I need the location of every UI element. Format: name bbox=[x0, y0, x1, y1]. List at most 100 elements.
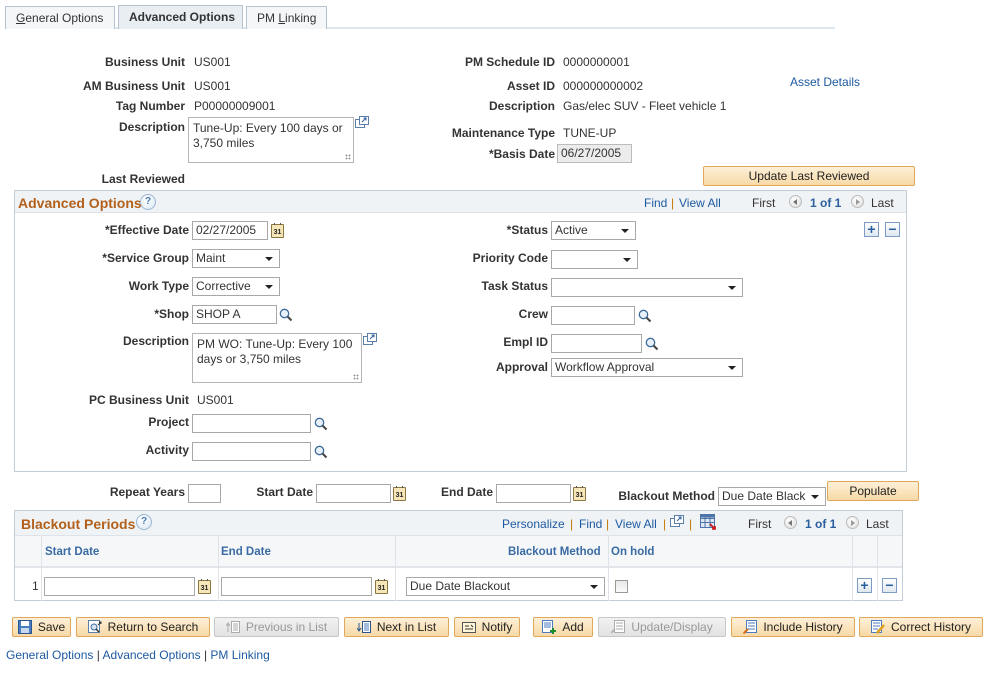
crew-field[interactable] bbox=[551, 306, 635, 325]
description-textarea[interactable]: Tune-Up: Every 100 days or 3,750 miles bbox=[188, 117, 354, 163]
shop-field[interactable]: SHOP A bbox=[192, 305, 277, 324]
delete-row-button[interactable]: − bbox=[885, 222, 900, 237]
correct-history-button[interactable]: Correct History bbox=[859, 617, 983, 637]
view-all-link[interactable]: View All bbox=[679, 196, 721, 210]
tag-number-label: Tag Number bbox=[115, 99, 185, 113]
calendar-icon[interactable]: 31 bbox=[198, 579, 211, 594]
previous-row-icon[interactable] bbox=[789, 195, 802, 208]
row-blackout-method-select[interactable]: Due Date Blackout bbox=[406, 577, 605, 596]
asset-details-link[interactable]: Asset Details bbox=[790, 75, 860, 89]
search-icon[interactable] bbox=[645, 337, 659, 351]
search-icon[interactable] bbox=[314, 417, 328, 431]
priority-code-select[interactable] bbox=[551, 250, 638, 269]
approval-select[interactable]: Workflow Approval bbox=[551, 358, 743, 377]
repeat-years-field[interactable] bbox=[188, 484, 221, 503]
calendar-icon[interactable]: 31 bbox=[375, 579, 388, 594]
help-icon[interactable]: ? bbox=[140, 194, 156, 210]
previous-in-list-icon bbox=[225, 621, 240, 633]
delete-row-button[interactable]: − bbox=[882, 578, 897, 593]
update-last-reviewed-button[interactable]: Update Last Reviewed bbox=[703, 166, 915, 186]
column-header-on-hold[interactable]: On hold bbox=[611, 546, 654, 558]
service-group-select[interactable]: Maint bbox=[192, 249, 280, 268]
zoom-grid-icon[interactable] bbox=[670, 515, 684, 527]
return-to-search-button[interactable]: Return to Search bbox=[76, 617, 210, 637]
download-excel-icon[interactable] bbox=[700, 514, 717, 530]
add-row-button[interactable]: + bbox=[857, 578, 872, 593]
notify-icon bbox=[461, 622, 476, 633]
previous-row-icon[interactable] bbox=[784, 516, 797, 529]
tag-number-value: P00000009001 bbox=[194, 99, 276, 113]
end-date-field[interactable] bbox=[496, 484, 571, 503]
calendar-icon[interactable]: 31 bbox=[393, 486, 406, 501]
row-end-date-field[interactable] bbox=[221, 577, 372, 596]
column-header-start-date[interactable]: Start Date bbox=[45, 546, 99, 558]
approval-label: Approval bbox=[495, 360, 548, 374]
save-button[interactable]: Save bbox=[12, 617, 71, 637]
notify-button[interactable]: Notify bbox=[454, 617, 520, 637]
chevron-down-icon bbox=[265, 257, 273, 261]
footer-link-advanced-options[interactable]: Advanced Options bbox=[103, 648, 201, 662]
last-label[interactable]: Last bbox=[871, 196, 894, 210]
add-row-button[interactable]: + bbox=[864, 222, 879, 237]
include-history-button[interactable]: Include History bbox=[731, 617, 855, 637]
resize-grip-icon[interactable] bbox=[345, 154, 351, 160]
search-icon[interactable] bbox=[638, 309, 652, 323]
column-divider bbox=[41, 536, 42, 601]
last-label: Last bbox=[866, 517, 889, 531]
tab-general-options[interactable]: General Options bbox=[5, 6, 115, 29]
last-reviewed-label: Last Reviewed bbox=[101, 172, 185, 186]
resize-grip-icon[interactable] bbox=[353, 374, 359, 380]
separator: | bbox=[689, 517, 693, 531]
am-business-unit-value: US001 bbox=[194, 79, 231, 93]
am-business-unit-label: AM Business Unit bbox=[82, 79, 185, 93]
save-icon bbox=[17, 620, 32, 634]
project-label: Project bbox=[148, 415, 189, 429]
status-select[interactable]: Active bbox=[551, 221, 636, 240]
view-all-link[interactable]: View All bbox=[615, 517, 657, 531]
populate-button[interactable]: Populate bbox=[827, 481, 919, 501]
calendar-icon[interactable]: 31 bbox=[573, 486, 586, 501]
effective-date-field[interactable]: 02/27/2005 bbox=[192, 221, 268, 240]
footer-link-general-options[interactable]: General Options bbox=[6, 648, 93, 662]
column-header-end-date[interactable]: End Date bbox=[221, 546, 271, 558]
personalize-link[interactable]: Personalize bbox=[502, 517, 565, 531]
footer-link-pm-linking[interactable]: PM Linking bbox=[210, 648, 269, 662]
shop-label: *Shop bbox=[154, 307, 189, 321]
start-date-field[interactable] bbox=[316, 484, 391, 503]
previous-in-list-button: Previous in List bbox=[214, 617, 339, 637]
activity-field[interactable] bbox=[192, 442, 311, 461]
column-divider bbox=[852, 536, 853, 601]
expand-icon[interactable] bbox=[355, 116, 369, 128]
work-type-select[interactable]: Corrective bbox=[192, 277, 280, 296]
blackout-periods-grid: Blackout Periods ? Personalize | Find | … bbox=[14, 510, 903, 601]
task-status-select[interactable] bbox=[551, 278, 743, 297]
blackout-method-select[interactable]: Due Date Black bbox=[718, 487, 826, 506]
expand-icon[interactable] bbox=[363, 333, 377, 345]
effective-date-label: *Effective Date bbox=[104, 223, 189, 237]
on-hold-checkbox[interactable] bbox=[615, 580, 628, 593]
first-label[interactable]: First bbox=[752, 196, 775, 210]
next-in-list-button[interactable]: Next in List bbox=[344, 617, 449, 637]
next-row-icon[interactable] bbox=[851, 195, 864, 208]
project-field[interactable] bbox=[192, 414, 311, 433]
find-link[interactable]: Find bbox=[644, 196, 667, 210]
add-icon bbox=[542, 620, 557, 634]
tab-advanced-options[interactable]: Advanced Options bbox=[118, 5, 243, 29]
column-header-blackout-method[interactable]: Blackout Method bbox=[508, 546, 601, 558]
include-history-icon bbox=[743, 620, 758, 634]
empl-id-field[interactable] bbox=[551, 334, 642, 353]
row-start-date-field[interactable] bbox=[44, 577, 195, 596]
search-icon[interactable] bbox=[279, 308, 293, 322]
find-link[interactable]: Find bbox=[579, 517, 602, 531]
next-row-icon[interactable] bbox=[846, 516, 859, 529]
add-button[interactable]: Add bbox=[533, 617, 593, 637]
first-label[interactable]: First bbox=[748, 517, 771, 531]
separator: | bbox=[570, 517, 574, 531]
tab-pm-linking[interactable]: PM Linking bbox=[246, 6, 327, 29]
search-icon[interactable] bbox=[314, 445, 328, 459]
help-icon[interactable]: ? bbox=[136, 514, 152, 530]
calendar-icon[interactable]: 31 bbox=[271, 223, 284, 238]
row-count: 1 of 1 bbox=[810, 196, 842, 210]
column-divider bbox=[218, 536, 219, 601]
wo-description-textarea[interactable]: PM WO: Tune-Up: Every 100 days or 3,750 … bbox=[192, 333, 362, 383]
